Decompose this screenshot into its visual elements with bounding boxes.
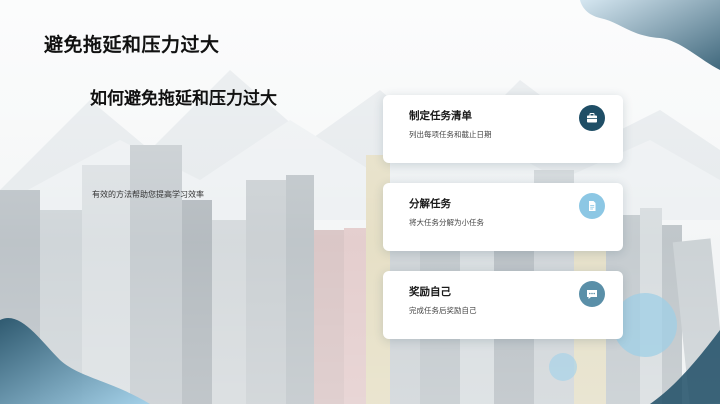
decor-circle-small [549,353,577,381]
slide-description: 有效的方法帮助您提高学习效率 [92,190,204,199]
card-reward-yourself[interactable]: 奖励自己 完成任务后奖励自己 [383,271,623,339]
decor-blob-top-right [580,0,720,70]
card-text: 列出每项任务和截止日期 [409,130,492,139]
decor-blob-bottom-right [650,330,720,404]
slide-title: 避免拖延和压力过大 [44,34,220,56]
document-icon [579,193,605,219]
decor-blob-bottom-left [0,318,150,404]
card-title: 制定任务清单 [409,110,472,122]
slide-subtitle: 如何避免拖延和压力过大 [90,89,277,109]
briefcase-icon [579,105,605,131]
card-text: 将大任务分解为小任务 [409,218,484,227]
card-task-list[interactable]: 制定任务清单 列出每项任务和截止日期 [383,95,623,163]
card-text: 完成任务后奖励自己 [409,306,477,315]
chat-icon [579,281,605,307]
card-title: 分解任务 [409,198,451,210]
card-split-tasks[interactable]: 分解任务 将大任务分解为小任务 [383,183,623,251]
card-title: 奖励自己 [409,286,451,298]
